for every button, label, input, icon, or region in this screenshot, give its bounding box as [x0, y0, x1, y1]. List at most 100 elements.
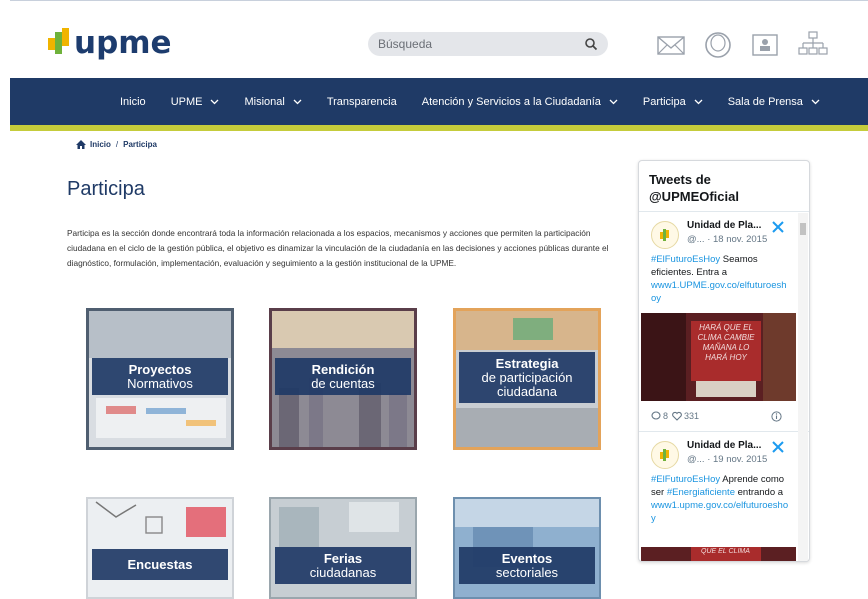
upme-avatar-icon — [660, 449, 669, 461]
tile-title: Estrategia — [495, 356, 559, 371]
tweet-text: #ElFuturoEsHoy Aprende como ser #Energia… — [651, 473, 791, 525]
timeline-header: Tweets de @UPMEOficial — [649, 171, 739, 205]
nav-item-upme[interactable]: UPME — [171, 96, 220, 108]
breadcrumb-separator: / — [115, 140, 119, 149]
tile-title: Rendición — [311, 362, 375, 377]
nav-item-label: Inicio — [120, 95, 146, 108]
tile-subtitle: de cuentas — [311, 376, 375, 391]
tile-title: Ferias — [323, 551, 363, 566]
hashtag-link[interactable]: #ElFuturoEsHoy — [651, 474, 720, 485]
site-header: upme Búsqueda — [0, 0, 868, 78]
breadcrumb: Inicio / Participa — [76, 140, 157, 149]
nav-item-label: Participa — [642, 95, 686, 108]
tile-banner: Estrategia de participación ciudadana — [459, 352, 595, 403]
tile-banner: Encuestas — [92, 549, 228, 580]
search-icon[interactable] — [584, 37, 598, 51]
tile-subtitle: ciudadanas — [309, 565, 377, 580]
hashtag-link-2[interactable]: #Energiaficiente — [667, 487, 735, 498]
tweet-url-link[interactable]: www1.UPME.gov.co/elfuturoeshoy — [651, 279, 791, 305]
nav-item-label: Atención y Servicios a la Ciudadanía — [421, 95, 601, 108]
tile-title: Proyectos — [128, 362, 192, 377]
divider — [639, 211, 809, 212]
timeline-title-line2[interactable]: @UPMEOficial — [649, 188, 739, 205]
chevron-down-icon — [609, 99, 618, 104]
contact-card-icon[interactable] — [750, 30, 780, 60]
divider — [639, 431, 809, 432]
nav-item-label: Transparencia — [326, 95, 397, 108]
hashtag-link[interactable]: #ElFuturoEsHoy — [651, 254, 720, 265]
tweet-text-body-2: entrando a — [734, 487, 784, 498]
tweet-image[interactable]: HARÁ QUE EL CLIMA CAMBIE MAÑANA LO HARÁ … — [641, 313, 796, 401]
tile-banner: Proyectos Normativos — [92, 358, 228, 395]
tweet-image-caption: QUE EL CLIMA — [701, 548, 750, 555]
logo-mark-icon — [48, 28, 69, 54]
tile-banner: Eventos sectoriales — [459, 547, 595, 584]
reply-icon[interactable] — [651, 411, 661, 421]
nav-item-label: Misional — [244, 95, 285, 108]
user-circle-icon[interactable] — [703, 30, 733, 60]
tweet-url-link[interactable]: www1.upme.gov.co/elfuturoeshoy — [651, 499, 791, 525]
tile-rendicion-de-cuentas[interactable]: Rendición de cuentas — [269, 308, 417, 450]
nav-item-transparencia[interactable]: Transparencia — [327, 96, 397, 108]
logo-text: upme — [74, 25, 172, 61]
nav-item-label: Sala de Prensa — [727, 95, 803, 108]
home-icon[interactable] — [76, 140, 86, 149]
tweet-actions: 8 331 — [651, 411, 699, 421]
tweet-handle-date[interactable]: @... · 18 nov. 2015 — [687, 234, 767, 245]
tile-ferias-ciudadanas[interactable]: Ferias ciudadanas — [269, 497, 417, 599]
tile-subtitle: Normativos — [127, 376, 193, 391]
tile-proyectos-normativos[interactable]: Proyectos Normativos — [86, 308, 234, 450]
timeline-title-line1: Tweets de — [649, 172, 711, 187]
twitter-timeline[interactable]: Tweets de @UPMEOficial Unidad de Pla... … — [638, 160, 810, 562]
tweet-author-name[interactable]: Unidad de Pla... — [687, 220, 761, 231]
page-title: Participa — [67, 178, 145, 200]
tile-encuestas[interactable]: Encuestas — [86, 497, 234, 599]
search-box[interactable]: Búsqueda — [368, 32, 608, 56]
scrollbar-thumb[interactable] — [800, 223, 806, 235]
tweet-image[interactable]: QUE EL CLIMA — [641, 547, 796, 561]
tile-banner: Rendición de cuentas — [275, 358, 411, 395]
tile-eventos-sectoriales[interactable]: Eventos sectoriales — [453, 497, 601, 599]
chevron-down-icon — [811, 99, 820, 104]
chevron-down-icon — [694, 99, 703, 104]
chevron-down-icon — [211, 99, 219, 104]
x-logo-icon[interactable] — [771, 220, 785, 234]
tile-subtitle-2: ciudadana — [497, 384, 557, 399]
tweet-author-name[interactable]: Unidad de Pla... — [687, 440, 761, 451]
tweet-handle-date[interactable]: @... · 19 nov. 2015 — [687, 454, 767, 465]
like-count: 331 — [684, 411, 700, 421]
nav-item-label: UPME — [170, 95, 203, 108]
tile-title: Eventos — [501, 551, 553, 566]
search-input[interactable]: Búsqueda — [378, 37, 584, 51]
nav-item-sala-de-prensa[interactable]: Sala de Prensa — [728, 96, 820, 108]
page-description: Participa es la sección donde encontrará… — [67, 228, 609, 268]
nav-accent-bar — [10, 125, 868, 131]
tile-title: Encuestas — [127, 557, 193, 572]
tile-subtitle: de participación — [481, 370, 573, 385]
tile-banner: Ferias ciudadanas — [275, 547, 411, 584]
tile-estrategia-participacion[interactable]: Estrategia de participación ciudadana — [453, 308, 601, 450]
avatar[interactable] — [651, 221, 679, 249]
breadcrumb-current: Participa — [123, 140, 157, 149]
heart-icon[interactable] — [672, 411, 682, 421]
upme-logo[interactable]: upme — [48, 25, 172, 61]
tile-image — [86, 497, 234, 599]
avatar[interactable] — [651, 441, 679, 469]
nav-item-inicio[interactable]: Inicio — [120, 96, 146, 108]
main-nav: Inicio UPME Misional Transparencia Atención … — [10, 78, 868, 125]
nav-item-participa[interactable]: Participa — [643, 96, 703, 108]
tweet-image-caption: HARÁ QUE EL CLIMA CAMBIE MAÑANA LO HARÁ … — [697, 323, 755, 362]
x-logo-icon[interactable] — [771, 440, 785, 454]
mail-icon[interactable] — [656, 30, 686, 60]
upme-avatar-icon — [660, 229, 669, 241]
info-icon[interactable] — [771, 411, 782, 422]
sitemap-icon[interactable] — [798, 30, 828, 60]
tile-subtitle: sectoriales — [495, 565, 559, 580]
nav-item-atención-y-servicios-a-la-ciudadanía[interactable]: Atención y Servicios a la Ciudadanía — [422, 96, 618, 108]
tweet-text: #ElFuturoEsHoy Seamos eficientes. Entra … — [651, 253, 791, 305]
chevron-down-icon — [293, 99, 302, 104]
nav-item-misional[interactable]: Misional — [244, 95, 302, 108]
timeline-scrollbar[interactable] — [798, 213, 808, 561]
breadcrumb-home[interactable]: Inicio — [90, 140, 111, 149]
reply-count: 8 — [663, 411, 669, 421]
